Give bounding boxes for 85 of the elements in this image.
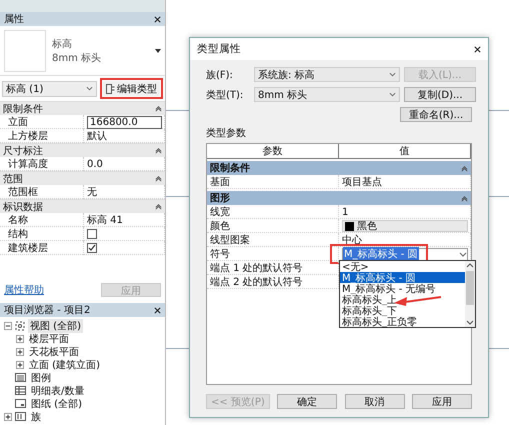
views-icon — [15, 320, 25, 330]
parameter-label: 端点 2 处的默认符号 — [210, 276, 303, 289]
property-value: 0.0 — [87, 158, 103, 170]
dialog-button[interactable]: 复制(D)... — [404, 87, 476, 102]
color-button[interactable]: 黑色 — [342, 220, 468, 232]
group-header[interactable]: 限制条件 — [0, 101, 165, 115]
expand-icon[interactable] — [16, 334, 24, 342]
dialog-title: 类型属性 — [197, 42, 241, 56]
group-header[interactable]: 范围 — [0, 171, 165, 185]
close-icon[interactable] — [474, 46, 481, 52]
parameter-value: 1 — [342, 206, 348, 218]
checkbox[interactable] — [87, 229, 97, 239]
dropdown-icon[interactable] — [155, 48, 161, 52]
dropdown-field[interactable]: 8mm 标头 — [254, 87, 400, 102]
expand-icon[interactable] — [16, 348, 24, 356]
property-label: 立面 — [8, 116, 28, 129]
group-header[interactable]: 图形 — [207, 191, 471, 205]
expand-icon[interactable] — [16, 360, 24, 368]
property-label: 范围框 — [8, 186, 38, 199]
chevron-down-icon — [389, 72, 396, 77]
rename-button[interactable]: 重命名(R)... — [400, 107, 472, 122]
property-value: 默认 — [87, 130, 107, 143]
tree-item[interactable]: 明细表/数量 — [29, 384, 86, 398]
parameter-label: 线型图案 — [210, 234, 250, 247]
edit-type-button[interactable]: 编辑类型 — [103, 81, 160, 96]
dialog-button[interactable]: 取消 — [344, 394, 405, 409]
property-value: 标高 41 — [87, 214, 123, 227]
field-label: 族(F): — [206, 68, 234, 82]
parameter-label: 颜色 — [210, 220, 230, 233]
expand-icon[interactable] — [4, 412, 12, 420]
sheet-icon — [15, 399, 26, 408]
collapse-icon[interactable] — [461, 194, 468, 202]
section-label: 类型参数 — [206, 126, 247, 140]
tree-item[interactable]: 天花板平面 — [27, 344, 81, 358]
legend-icon — [15, 373, 26, 382]
parameter-label: 符号 — [210, 248, 230, 261]
column-header: 值 — [339, 144, 471, 158]
type-name: 标高 — [52, 38, 73, 50]
close-icon[interactable] — [154, 16, 161, 22]
chevron-down-icon — [389, 92, 396, 97]
parameter-label: 线宽 — [210, 206, 230, 219]
collapse-icon[interactable] — [155, 147, 162, 154]
collapse-icon[interactable] — [4, 322, 12, 330]
property-label: 计算高度 — [8, 158, 48, 171]
value-field[interactable]: 166800.0 — [87, 116, 162, 128]
group-header[interactable]: 标识数据 — [0, 199, 165, 213]
close-icon[interactable] — [154, 306, 161, 314]
table-icon — [15, 386, 26, 395]
dialog-button[interactable]: 应用 — [412, 394, 472, 409]
edit-type-icon — [106, 84, 115, 94]
panel-title: 属性 — [4, 12, 24, 26]
checkbox[interactable] — [87, 243, 97, 253]
tree-item[interactable]: 视图 (全部) — [28, 318, 83, 332]
field-label: 类型(T): — [206, 88, 244, 102]
type-preview — [4, 30, 46, 72]
collapse-icon[interactable] — [461, 164, 468, 172]
chevron-down-icon — [86, 86, 93, 91]
panel-title: 项目浏览器 - 项目2 — [4, 304, 90, 317]
collapse-icon[interactable] — [155, 203, 162, 210]
collapse-icon[interactable] — [155, 105, 162, 112]
property-label: 建筑楼层 — [8, 242, 48, 255]
tree-item[interactable]: 楼层平面 — [27, 332, 71, 346]
tree-item[interactable]: 立面 (建筑立面) — [27, 358, 102, 372]
column-header: 参数 — [207, 144, 339, 158]
tree-item[interactable]: 图纸 (全部) — [29, 396, 84, 410]
tree-item[interactable]: 图例 — [29, 370, 53, 384]
group-header[interactable]: 尺寸标注 — [0, 143, 165, 157]
instance-selector[interactable]: 标高 (1) — [2, 80, 97, 96]
dialog-button[interactable]: 确定 — [277, 394, 338, 409]
parameter-value: 项目基点 — [342, 176, 382, 189]
family-icon — [15, 412, 26, 421]
dropdown-field[interactable]: 系统族: 标高 — [254, 67, 400, 82]
group-header[interactable]: 限制条件 — [207, 161, 471, 175]
parameter-label: 基面 — [210, 176, 230, 189]
type-name: 8mm 标头 — [52, 52, 102, 64]
collapse-icon[interactable] — [155, 175, 162, 182]
property-label: 结构 — [8, 228, 28, 241]
property-label: 名称 — [8, 214, 28, 227]
property-label: 上方楼层 — [8, 130, 48, 143]
chevron-down-icon — [459, 252, 467, 256]
property-value: 无 — [87, 186, 97, 199]
tree-item[interactable]: 族 — [29, 410, 43, 424]
parameter-label: 端点 1 处的默认符号 — [210, 262, 303, 275]
parameter-value: 中心 — [342, 234, 362, 247]
help-link[interactable]: 属性帮助 — [4, 283, 44, 297]
